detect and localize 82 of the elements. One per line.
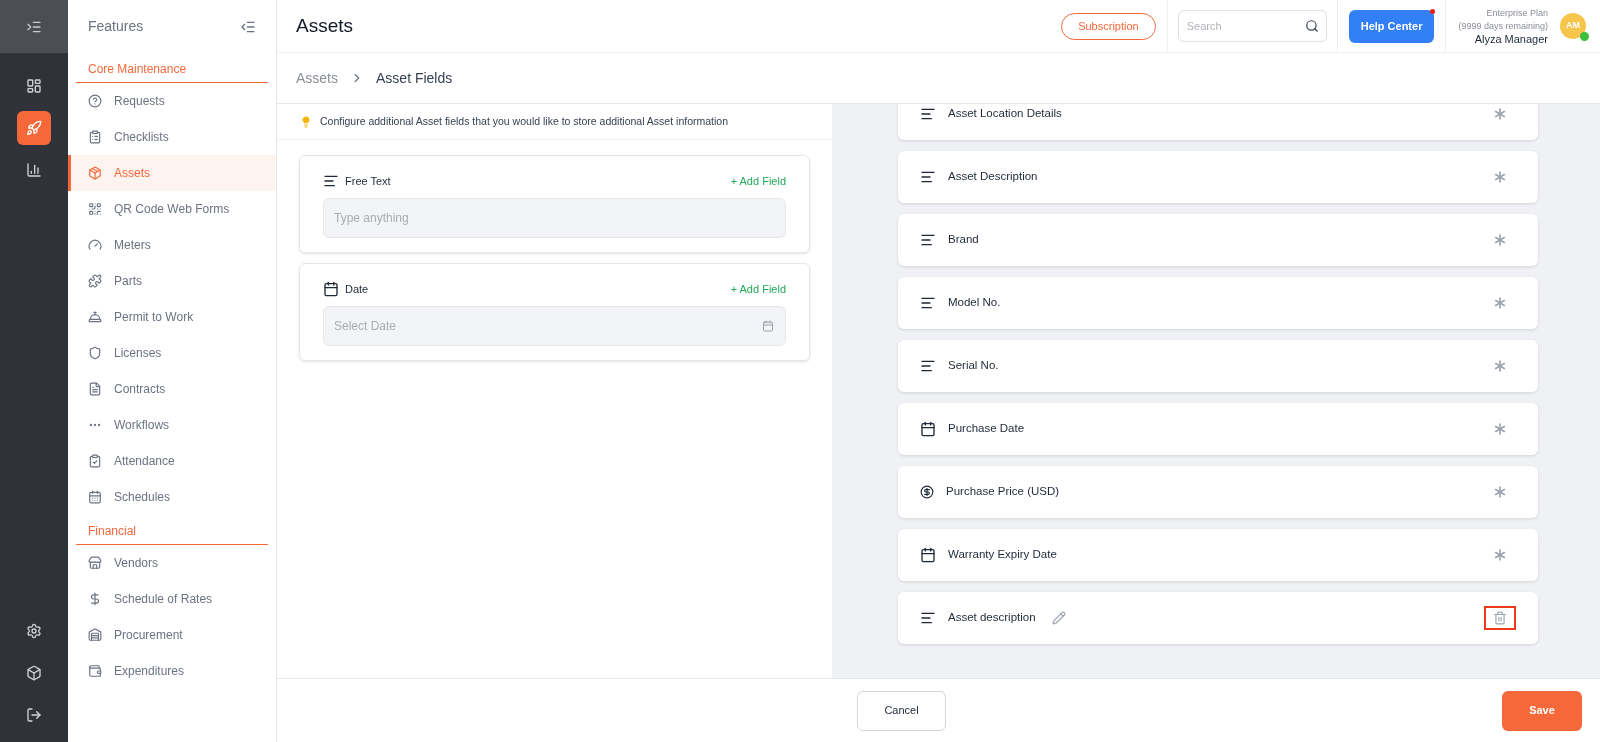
- help-center-button[interactable]: Help Center: [1348, 9, 1435, 43]
- sidebar-item[interactable]: Requests: [68, 83, 276, 119]
- field-name: Purchase Price (USD): [946, 484, 1060, 500]
- rail-button[interactable]: [17, 111, 51, 145]
- field-type-label: Date: [345, 282, 369, 297]
- save-button[interactable]: Save: [1502, 690, 1582, 731]
- box-icon: [88, 166, 102, 180]
- text-lines-icon: [920, 232, 936, 248]
- sidebar-item[interactable]: Attendance: [68, 443, 276, 479]
- clipboard-icon: [88, 130, 102, 144]
- field-name: Purchase Date: [948, 421, 1025, 437]
- sidebar-item[interactable]: Licenses: [68, 335, 276, 371]
- field-name: Asset Location Details: [948, 106, 1062, 122]
- store-icon: [88, 556, 102, 570]
- field-name: Brand: [948, 232, 979, 248]
- plan-name: Enterprise Plan: [1486, 6, 1548, 20]
- lightbulb-icon: [300, 115, 312, 128]
- sidebar-item[interactable]: Workflows: [68, 407, 276, 443]
- trash-icon: [1493, 611, 1507, 625]
- section-title: Core Maintenance: [88, 61, 187, 78]
- sidebar-item[interactable]: Permit to Work: [68, 299, 276, 335]
- wallet-icon: [88, 664, 102, 678]
- sidebar-item[interactable]: Schedule of Rates: [68, 581, 276, 617]
- add-field-link[interactable]: + Add Field: [730, 173, 786, 190]
- dashboard-icon: [26, 78, 42, 94]
- cancel-button[interactable]: Cancel: [857, 690, 946, 731]
- text-lines-icon: [920, 358, 936, 374]
- help-icon: [88, 94, 102, 108]
- cube-icon: [26, 665, 42, 681]
- text-lines-icon: [920, 610, 936, 626]
- settings-icon: [26, 623, 42, 639]
- text-lines-icon: [920, 106, 936, 122]
- bell-icon: [88, 310, 102, 324]
- dollar-circle-icon: [920, 485, 934, 499]
- sidebar-item[interactable]: QR Code Web Forms: [68, 191, 276, 227]
- sidebar-item[interactable]: Schedules: [68, 479, 276, 515]
- calendar-icon: [920, 421, 936, 437]
- sidebar-item[interactable]: Checklists: [68, 119, 276, 155]
- text-lines-icon: [920, 295, 936, 311]
- search-icon: [1304, 19, 1319, 33]
- delete-button[interactable]: [1484, 606, 1516, 630]
- field-name: Warranty Expiry Date: [948, 547, 1057, 563]
- gauge-icon: [88, 238, 102, 252]
- plan-remaining: (9999 days remaining): [1458, 19, 1548, 33]
- text-field[interactable]: Type anything: [323, 197, 786, 238]
- sidebar-item[interactable]: Contracts: [68, 371, 276, 407]
- section-title: Financial: [88, 523, 137, 540]
- breadcrumb-item[interactable]: Assets: [296, 67, 338, 89]
- sidebar-item[interactable]: Meters: [68, 227, 276, 263]
- dollar-icon: [88, 592, 102, 606]
- sidebar-item[interactable]: Assets: [68, 155, 276, 191]
- qr-code-icon: [88, 202, 102, 216]
- shield-icon: [88, 346, 102, 360]
- sidebar-item[interactable]: Expenditures: [68, 653, 276, 689]
- text-lines-icon: [920, 169, 936, 185]
- calendar-icon: [920, 547, 936, 563]
- date-field[interactable]: Select Date: [323, 305, 786, 346]
- bar-chart-icon: [26, 162, 42, 178]
- field-name: Asset description: [948, 610, 1036, 626]
- logout-icon: [26, 707, 42, 723]
- rocket-icon: [26, 120, 42, 136]
- clipboard-check-icon: [88, 454, 102, 468]
- breadcrumb-item: Asset Fields: [376, 68, 453, 88]
- sidebar-title: Features: [88, 17, 144, 36]
- sidebar-item[interactable]: Vendors: [68, 545, 276, 581]
- page-title: Assets: [296, 13, 354, 38]
- document-icon: [88, 382, 102, 396]
- calendar-icon: [323, 281, 339, 298]
- field-type-label: Free Text: [345, 174, 391, 189]
- field-name: Asset Description: [948, 169, 1038, 185]
- puzzle-icon: [88, 274, 102, 288]
- user-name: Alyza Manager: [1474, 32, 1548, 46]
- search-field[interactable]: Search: [1177, 10, 1327, 42]
- sidebar-item[interactable]: Procurement: [68, 617, 276, 653]
- calendar-icon: [88, 490, 102, 504]
- warehouse-icon: [88, 628, 102, 642]
- sidebar-item[interactable]: Parts: [68, 263, 276, 299]
- field-name: Model No.: [948, 295, 1001, 311]
- add-field-link[interactable]: + Add Field: [730, 281, 786, 298]
- field-name: Serial No.: [948, 358, 999, 374]
- hint-text: Configure additional Asset fields that you would like to store additional Asset information: [320, 113, 728, 129]
- calendar-icon: [762, 319, 774, 332]
